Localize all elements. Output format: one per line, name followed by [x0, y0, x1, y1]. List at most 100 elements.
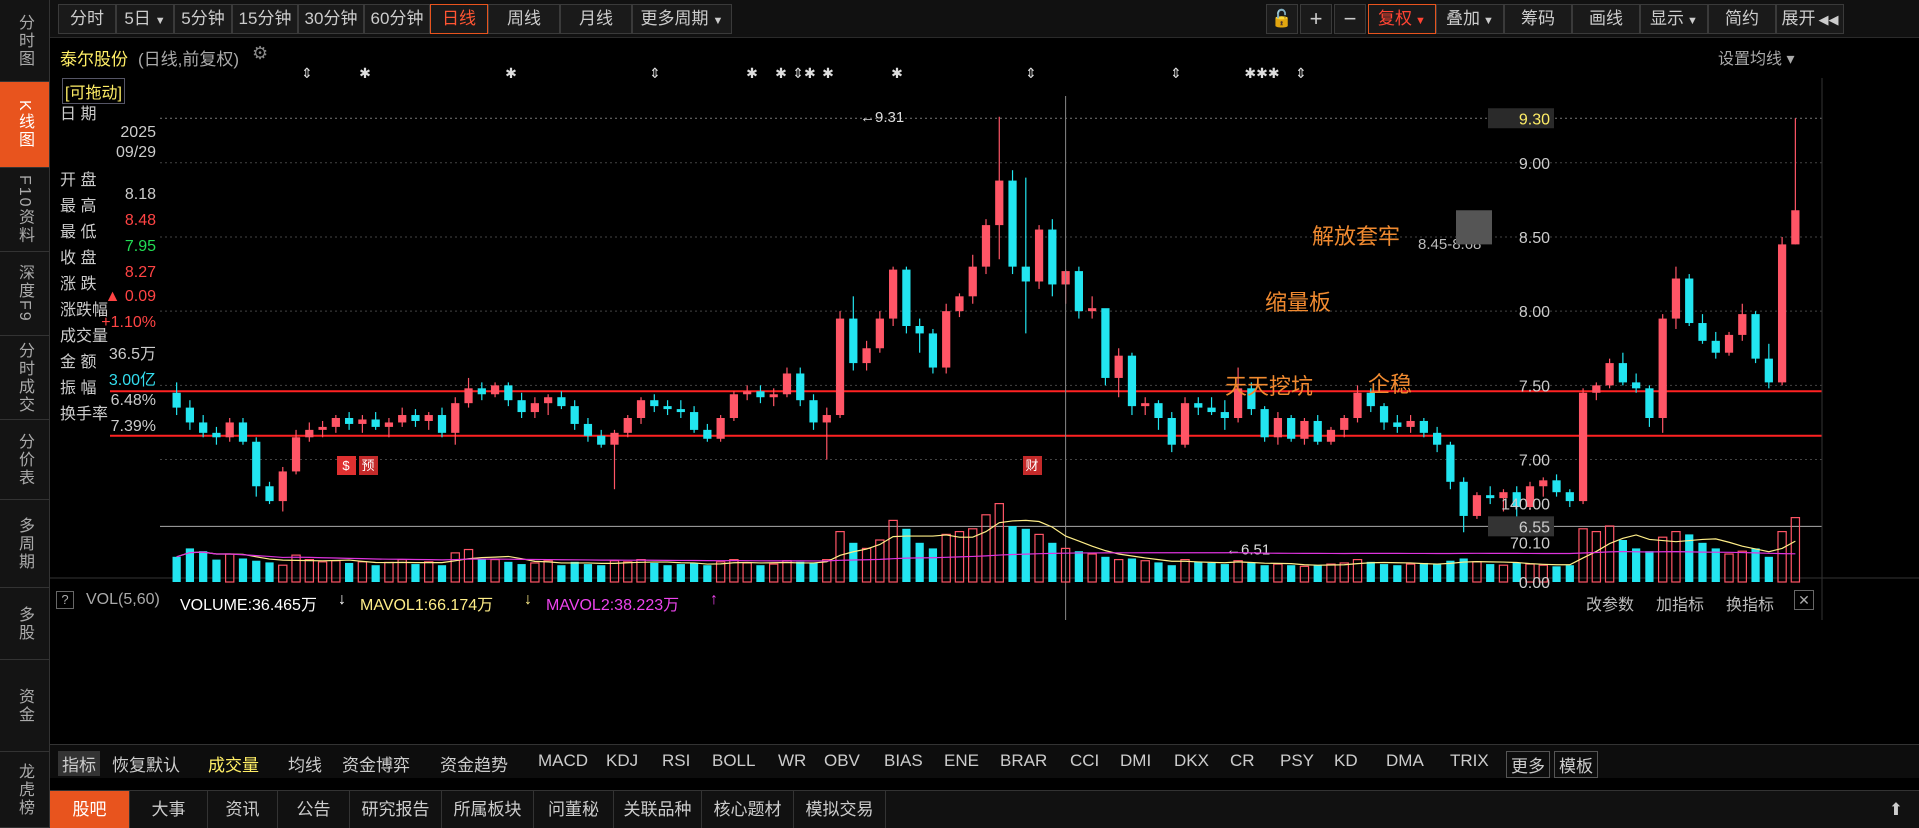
volume-bar	[437, 565, 447, 582]
nav-item-9[interactable]: 龙虎榜	[0, 752, 49, 828]
zoom-out-icon[interactable]: −	[1334, 4, 1366, 34]
indicator-21[interactable]: DMA	[1386, 751, 1424, 771]
nav-item-8[interactable]: 资金	[0, 660, 49, 752]
indicator-8[interactable]: RSI	[662, 751, 690, 771]
nav-item-7[interactable]: 多股	[0, 588, 49, 660]
period-button-4[interactable]: 30分钟	[298, 4, 364, 34]
period-button-6[interactable]: 日线	[430, 4, 488, 34]
nav-item-1[interactable]: K线图	[0, 82, 49, 168]
indicator-22[interactable]: TRIX	[1450, 751, 1489, 771]
event-marker[interactable]: ⇕	[301, 65, 313, 81]
indicator-13[interactable]: ENE	[944, 751, 979, 771]
period-button-7[interactable]: 周线	[488, 4, 560, 34]
tab-0[interactable]: 股吧	[50, 791, 130, 828]
indicator-18[interactable]: CR	[1230, 751, 1255, 771]
zoom-in-icon[interactable]: +	[1300, 4, 1332, 34]
indicator-23[interactable]: 更多	[1506, 751, 1550, 778]
indicator-5[interactable]: 资金趋势	[440, 751, 508, 776]
price-axis-label: 9.00	[1519, 156, 1550, 173]
chart-note: 天天挖坑	[1225, 374, 1313, 399]
nav-item-2[interactable]: F10资料	[0, 168, 49, 252]
close-icon[interactable]: ✕	[1794, 590, 1814, 610]
period-button-9[interactable]: 更多周期 ▼	[632, 4, 732, 34]
period-button-3[interactable]: 15分钟	[232, 4, 298, 34]
event-marker[interactable]: ⇕	[1295, 65, 1307, 81]
lock-icon[interactable]: 🔓	[1266, 4, 1298, 34]
nav-item-4[interactable]: 分时成交	[0, 336, 49, 420]
event-marker[interactable]: ✱✱✱	[1244, 65, 1279, 81]
vol-value: VOLUME:36.465万	[180, 597, 317, 614]
tab-5[interactable]: 所属板块	[442, 791, 534, 828]
collapse-icon[interactable]: ⬆	[1876, 791, 1916, 828]
indicator-11[interactable]: OBV	[824, 751, 860, 771]
nav-item-0[interactable]: 分时图	[0, 0, 49, 82]
indicator-7[interactable]: KDJ	[606, 751, 638, 771]
event-marker[interactable]: ✱	[359, 65, 371, 81]
candle-body	[278, 471, 287, 502]
period-label: 周线	[507, 9, 541, 28]
tool-button-0[interactable]: 复权 ▼	[1368, 4, 1436, 34]
period-button-0[interactable]: 分时	[58, 4, 116, 34]
indicator-0[interactable]: 指标	[58, 751, 100, 776]
tab-4[interactable]: 研究报告	[350, 791, 442, 828]
tool-button-3[interactable]: 画线	[1572, 4, 1640, 34]
volume-bar	[583, 564, 593, 582]
tab-1[interactable]: 大事	[130, 791, 208, 828]
tool-button-6[interactable]: 展开 ◀◀	[1776, 4, 1844, 34]
info-value: +1.10%	[101, 314, 156, 331]
tab-2[interactable]: 资讯	[208, 791, 278, 828]
candle-body	[1379, 406, 1389, 423]
period-button-8[interactable]: 月线	[560, 4, 632, 34]
tab-3[interactable]: 公告	[278, 791, 350, 828]
indicator-12[interactable]: BIAS	[884, 751, 923, 771]
volume-bar	[570, 561, 579, 582]
nav-item-3[interactable]: 深度F9	[0, 252, 49, 336]
period-button-1[interactable]: 5日 ▼	[116, 4, 174, 34]
indicator-2[interactable]: 成交量	[208, 751, 259, 776]
candle-body	[610, 432, 619, 445]
tool-button-2[interactable]: 筹码	[1504, 4, 1572, 34]
tool-button-1[interactable]: 叠加 ▼	[1436, 4, 1504, 34]
indicator-17[interactable]: DKX	[1174, 751, 1209, 771]
change-params-button[interactable]: 改参数	[1586, 591, 1634, 615]
event-marker[interactable]: ✱	[746, 65, 758, 81]
indicator-19[interactable]: PSY	[1280, 751, 1314, 771]
indicator-1[interactable]: 恢复默认	[112, 751, 180, 776]
period-label: 60分钟	[370, 9, 424, 28]
event-marker[interactable]: ✱	[505, 65, 517, 81]
indicator-24[interactable]: 模板	[1554, 751, 1598, 778]
period-button-5[interactable]: 60分钟	[364, 4, 430, 34]
indicator-20[interactable]: KD	[1334, 751, 1358, 771]
indicator-14[interactable]: BRAR	[1000, 751, 1047, 771]
indicator-6[interactable]: MACD	[538, 751, 588, 771]
tab-8[interactable]: 核心题材	[702, 791, 794, 828]
indicator-4[interactable]: 资金博弈	[342, 751, 410, 776]
tab-9[interactable]: 模拟交易	[794, 791, 886, 828]
tool-button-5[interactable]: 简约	[1708, 4, 1776, 34]
nav-item-5[interactable]: 分价表	[0, 420, 49, 500]
volume-bar	[689, 562, 699, 582]
event-marker[interactable]: ⇕	[1025, 65, 1037, 81]
tab-6[interactable]: 问董秘	[534, 791, 614, 828]
switch-indicator-button[interactable]: 换指标	[1726, 591, 1774, 615]
event-marker[interactable]: ✱	[775, 65, 787, 81]
indicator-9[interactable]: BOLL	[712, 751, 755, 771]
add-indicator-button[interactable]: 加指标	[1656, 591, 1704, 615]
volume-bar	[1379, 564, 1389, 582]
chart-area[interactable]: ⇕ ✱ ✱ ⇕ ✱ ✱ ⇕✱ ✱ ✱ ⇕ ⇕ ✱✱✱ ⇕←9.31←6.518.45-8.68解放套牢缩…	[50, 38, 1919, 620]
event-marker[interactable]: ⇕✱	[792, 65, 815, 81]
event-marker[interactable]: ✱	[822, 65, 834, 81]
tool-button-4[interactable]: 显示 ▼	[1640, 4, 1708, 34]
event-marker[interactable]: ⇕	[649, 65, 661, 81]
indicator-15[interactable]: CCI	[1070, 751, 1099, 771]
period-button-2[interactable]: 5分钟	[174, 4, 232, 34]
event-marker[interactable]: ✱	[891, 65, 903, 81]
tab-7[interactable]: 关联品种	[614, 791, 702, 828]
help-icon[interactable]: ?	[56, 591, 74, 609]
indicator-3[interactable]: 均线	[288, 751, 322, 776]
candle-body	[1273, 418, 1283, 438]
nav-item-6[interactable]: 多周期	[0, 500, 49, 588]
indicator-16[interactable]: DMI	[1120, 751, 1151, 771]
indicator-10[interactable]: WR	[778, 751, 806, 771]
event-marker[interactable]: ⇕	[1170, 65, 1182, 81]
